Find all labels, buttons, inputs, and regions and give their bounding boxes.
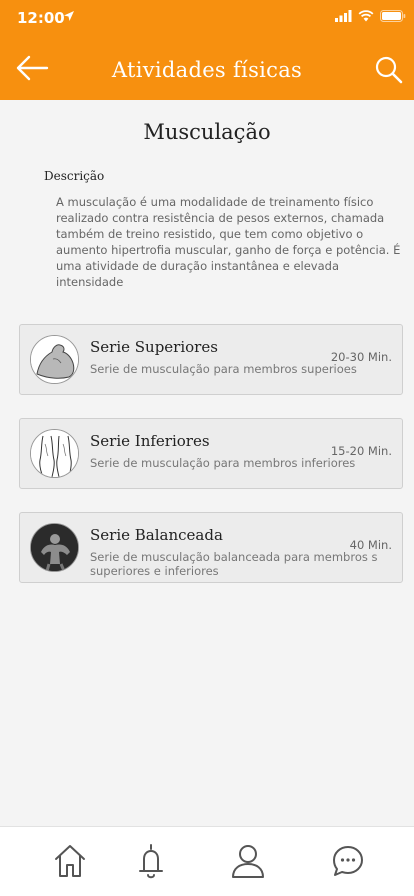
user-icon[interactable] [230,841,266,881]
app-header: 12:00 Atividades físicas [0,0,414,100]
search-icon [375,56,403,84]
bell-icon[interactable] [133,841,169,881]
search-button[interactable] [374,55,404,85]
card-description: Serie de musculação para membros superio… [90,362,357,376]
signal-icon [335,10,352,22]
status-bar: 12:00 [0,0,414,36]
home-icon[interactable] [52,841,88,881]
chat-icon[interactable] [330,841,366,881]
status-icons [335,10,406,22]
screen-title: Atividades físicas [111,58,303,82]
card-description: Serie de musculação para membros inferio… [90,456,356,470]
battery-icon [380,10,406,22]
workout-card-inferiores[interactable]: Serie Inferiores 15-20 Min. Serie de mus… [19,418,403,489]
card-title: Serie Inferiores [90,432,210,450]
description-text: A musculação é uma modalidade de treinam… [56,195,401,289]
card-description: Serie de musculação balanceada para memb… [90,550,378,578]
bottom-tab-bar [0,826,414,896]
page-title: Musculação [143,120,271,144]
card-title: Serie Superiores [90,338,218,356]
location-arrow-icon [64,11,74,21]
bodybuilder-icon [30,523,79,572]
status-time: 12:00 [17,9,65,27]
workout-card-balanceada[interactable]: Serie Balanceada 40 Min. Serie de muscul… [19,512,403,583]
arm-muscle-icon [30,335,79,384]
card-title: Serie Balanceada [90,526,223,544]
wifi-icon [358,10,374,22]
description-label: Descrição [44,169,105,183]
legs-icon [30,429,79,478]
workout-card-superiores[interactable]: Serie Superiores 20-30 Min. Serie de mus… [19,324,403,395]
